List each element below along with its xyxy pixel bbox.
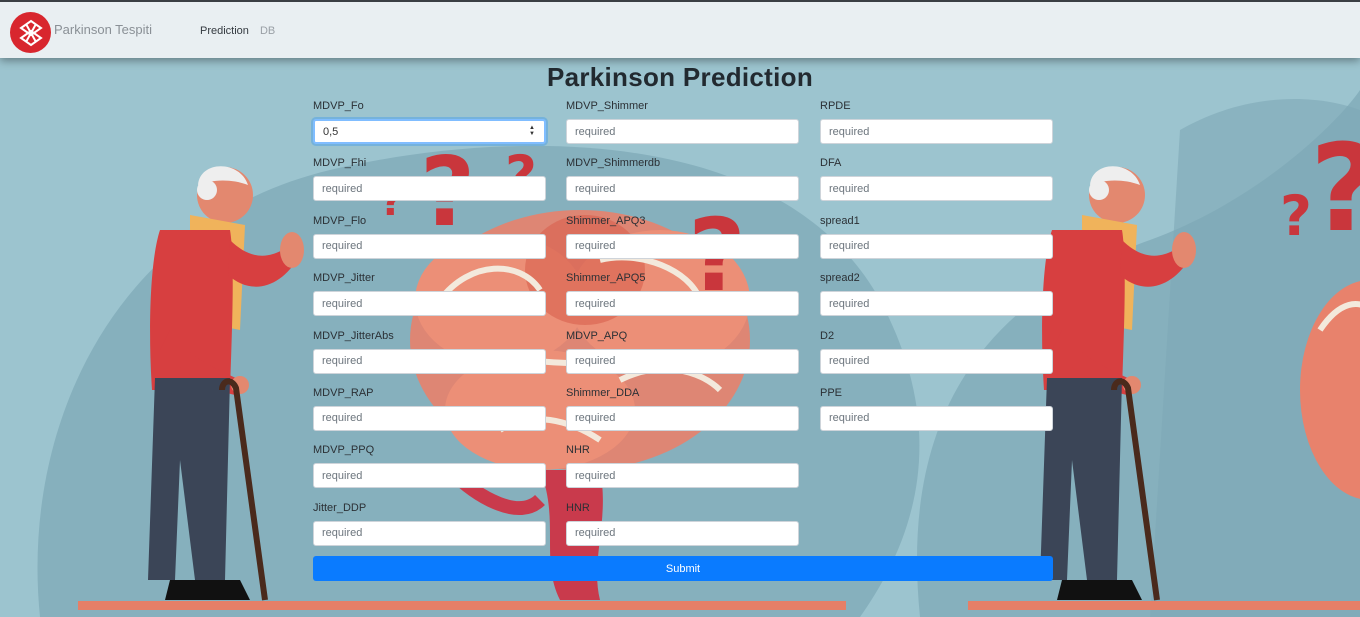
- svg-text:?: ?: [1310, 120, 1360, 259]
- mdvp-shimmer-input[interactable]: [566, 119, 799, 144]
- field-shimmer-dda: Shimmer_DDA: [566, 383, 799, 440]
- field-label: MDVP_Fo: [313, 100, 364, 112]
- field-mdvp-flo: MDVP_Flo: [313, 211, 546, 268]
- field-dfa: DFA: [820, 153, 1053, 210]
- field-label: Shimmer_APQ3: [566, 214, 646, 227]
- field-label: Jitter_DDP: [313, 501, 367, 514]
- field-label: MDVP_Jitter: [313, 272, 375, 285]
- mdvp-ppq-input[interactable]: [313, 463, 546, 489]
- field-shimmer-apq5: Shimmer_APQ5: [566, 268, 799, 325]
- field-mdvp-shimmerdb: MDVP_Shimmerdb: [566, 153, 799, 210]
- field-label: NHR: [566, 444, 590, 457]
- dfa-input[interactable]: [820, 176, 1053, 202]
- field-label: MDVP_APQ: [566, 329, 628, 342]
- form-column-2: MDVP_Shimmer MDVP_Shimmerdb Shimmer_APQ3…: [566, 96, 799, 555]
- field-mdvp-shimmer: MDVP_Shimmer: [566, 96, 799, 153]
- field-d2: D2: [820, 326, 1053, 383]
- jitter-ddp-input[interactable]: [313, 520, 546, 546]
- field-label: spread2: [820, 272, 860, 285]
- mdvp-flo-input[interactable]: [313, 233, 546, 259]
- field-spread2: spread2: [820, 268, 1053, 325]
- rpde-input[interactable]: [820, 119, 1053, 144]
- mdvp-fo-input[interactable]: [313, 119, 546, 144]
- field-mdvp-apq: MDVP_APQ: [566, 326, 799, 383]
- field-mdvp-jitter: MDVP_Jitter: [313, 268, 546, 325]
- field-label: HNR: [566, 501, 590, 514]
- svg-text:?: ?: [1280, 184, 1312, 248]
- form-column-1: MDVP_Fo ▲▼ MDVP_Fhi MDVP_Flo MDVP_Jitter…: [313, 96, 546, 555]
- brand-name[interactable]: Parkinson Tespiti: [54, 22, 152, 37]
- field-mdvp-rap: MDVP_RAP: [313, 383, 546, 440]
- field-ppe: PPE: [820, 383, 1053, 440]
- field-label: RPDE: [820, 100, 851, 112]
- mdvp-jitter-input[interactable]: [313, 291, 546, 317]
- field-mdvp-fhi: MDVP_Fhi: [313, 153, 546, 210]
- field-label: DFA: [820, 157, 842, 170]
- nav-link-prediction[interactable]: Prediction: [200, 25, 249, 37]
- field-mdvp-ppq: MDVP_PPQ: [313, 440, 546, 497]
- field-mdvp-fo: MDVP_Fo ▲▼: [313, 96, 546, 153]
- nav-links: Prediction DB: [200, 25, 283, 37]
- field-label: PPE: [820, 386, 843, 399]
- d2-input[interactable]: [820, 348, 1053, 374]
- mdvp-shimmerdb-input[interactable]: [566, 176, 799, 202]
- mdvp-apq-input[interactable]: [566, 348, 799, 374]
- field-label: MDVP_Fhi: [313, 157, 367, 170]
- field-shimmer-apq3: Shimmer_APQ3: [566, 211, 799, 268]
- field-label: MDVP_Shimmerdb: [566, 157, 661, 170]
- field-rpde: RPDE: [820, 96, 1053, 153]
- mdvp-jitterabs-input[interactable]: [313, 348, 546, 374]
- spread2-input[interactable]: [820, 291, 1053, 317]
- spread1-input[interactable]: [820, 233, 1053, 259]
- hnr-input[interactable]: [566, 520, 799, 546]
- shimmer-apq3-input[interactable]: [566, 233, 799, 259]
- shimmer-dda-input[interactable]: [566, 405, 799, 431]
- shimmer-apq5-input[interactable]: [566, 291, 799, 317]
- mdvp-fhi-input[interactable]: [313, 176, 546, 202]
- field-label: MDVP_RAP: [313, 386, 374, 399]
- field-label: Shimmer_APQ5: [566, 272, 646, 285]
- field-label: MDVP_PPQ: [313, 444, 375, 457]
- ppe-input[interactable]: [820, 405, 1053, 431]
- page-title: Parkinson Prediction: [546, 62, 814, 92]
- number-spinner-icon[interactable]: ▲ ▼: [528, 125, 536, 137]
- field-label: MDVP_Flo: [313, 214, 367, 227]
- field-label: MDVP_JitterAbs: [313, 329, 394, 342]
- field-label: MDVP_Shimmer: [566, 100, 648, 112]
- field-label: D2: [820, 329, 835, 342]
- navbar: Parkinson Tespiti Prediction DB: [0, 0, 1360, 58]
- field-nhr: NHR: [566, 440, 799, 497]
- mdvp-rap-input[interactable]: [313, 405, 546, 431]
- submit-button[interactable]: Submit: [313, 556, 1053, 581]
- nav-link-db[interactable]: DB: [260, 25, 275, 37]
- field-mdvp-jitterabs: MDVP_JitterAbs: [313, 326, 546, 383]
- field-label: spread1: [820, 214, 860, 227]
- field-spread1: spread1: [820, 211, 1053, 268]
- field-label: Shimmer_DDA: [566, 386, 640, 399]
- field-jitter-ddp: Jitter_DDP: [313, 498, 546, 555]
- nhr-input[interactable]: [566, 463, 799, 489]
- knot-logo-icon[interactable]: [10, 12, 51, 53]
- form-column-3: RPDE DFA spread1 spread2 D2 PPE: [820, 96, 1053, 440]
- field-hnr: HNR: [566, 498, 799, 555]
